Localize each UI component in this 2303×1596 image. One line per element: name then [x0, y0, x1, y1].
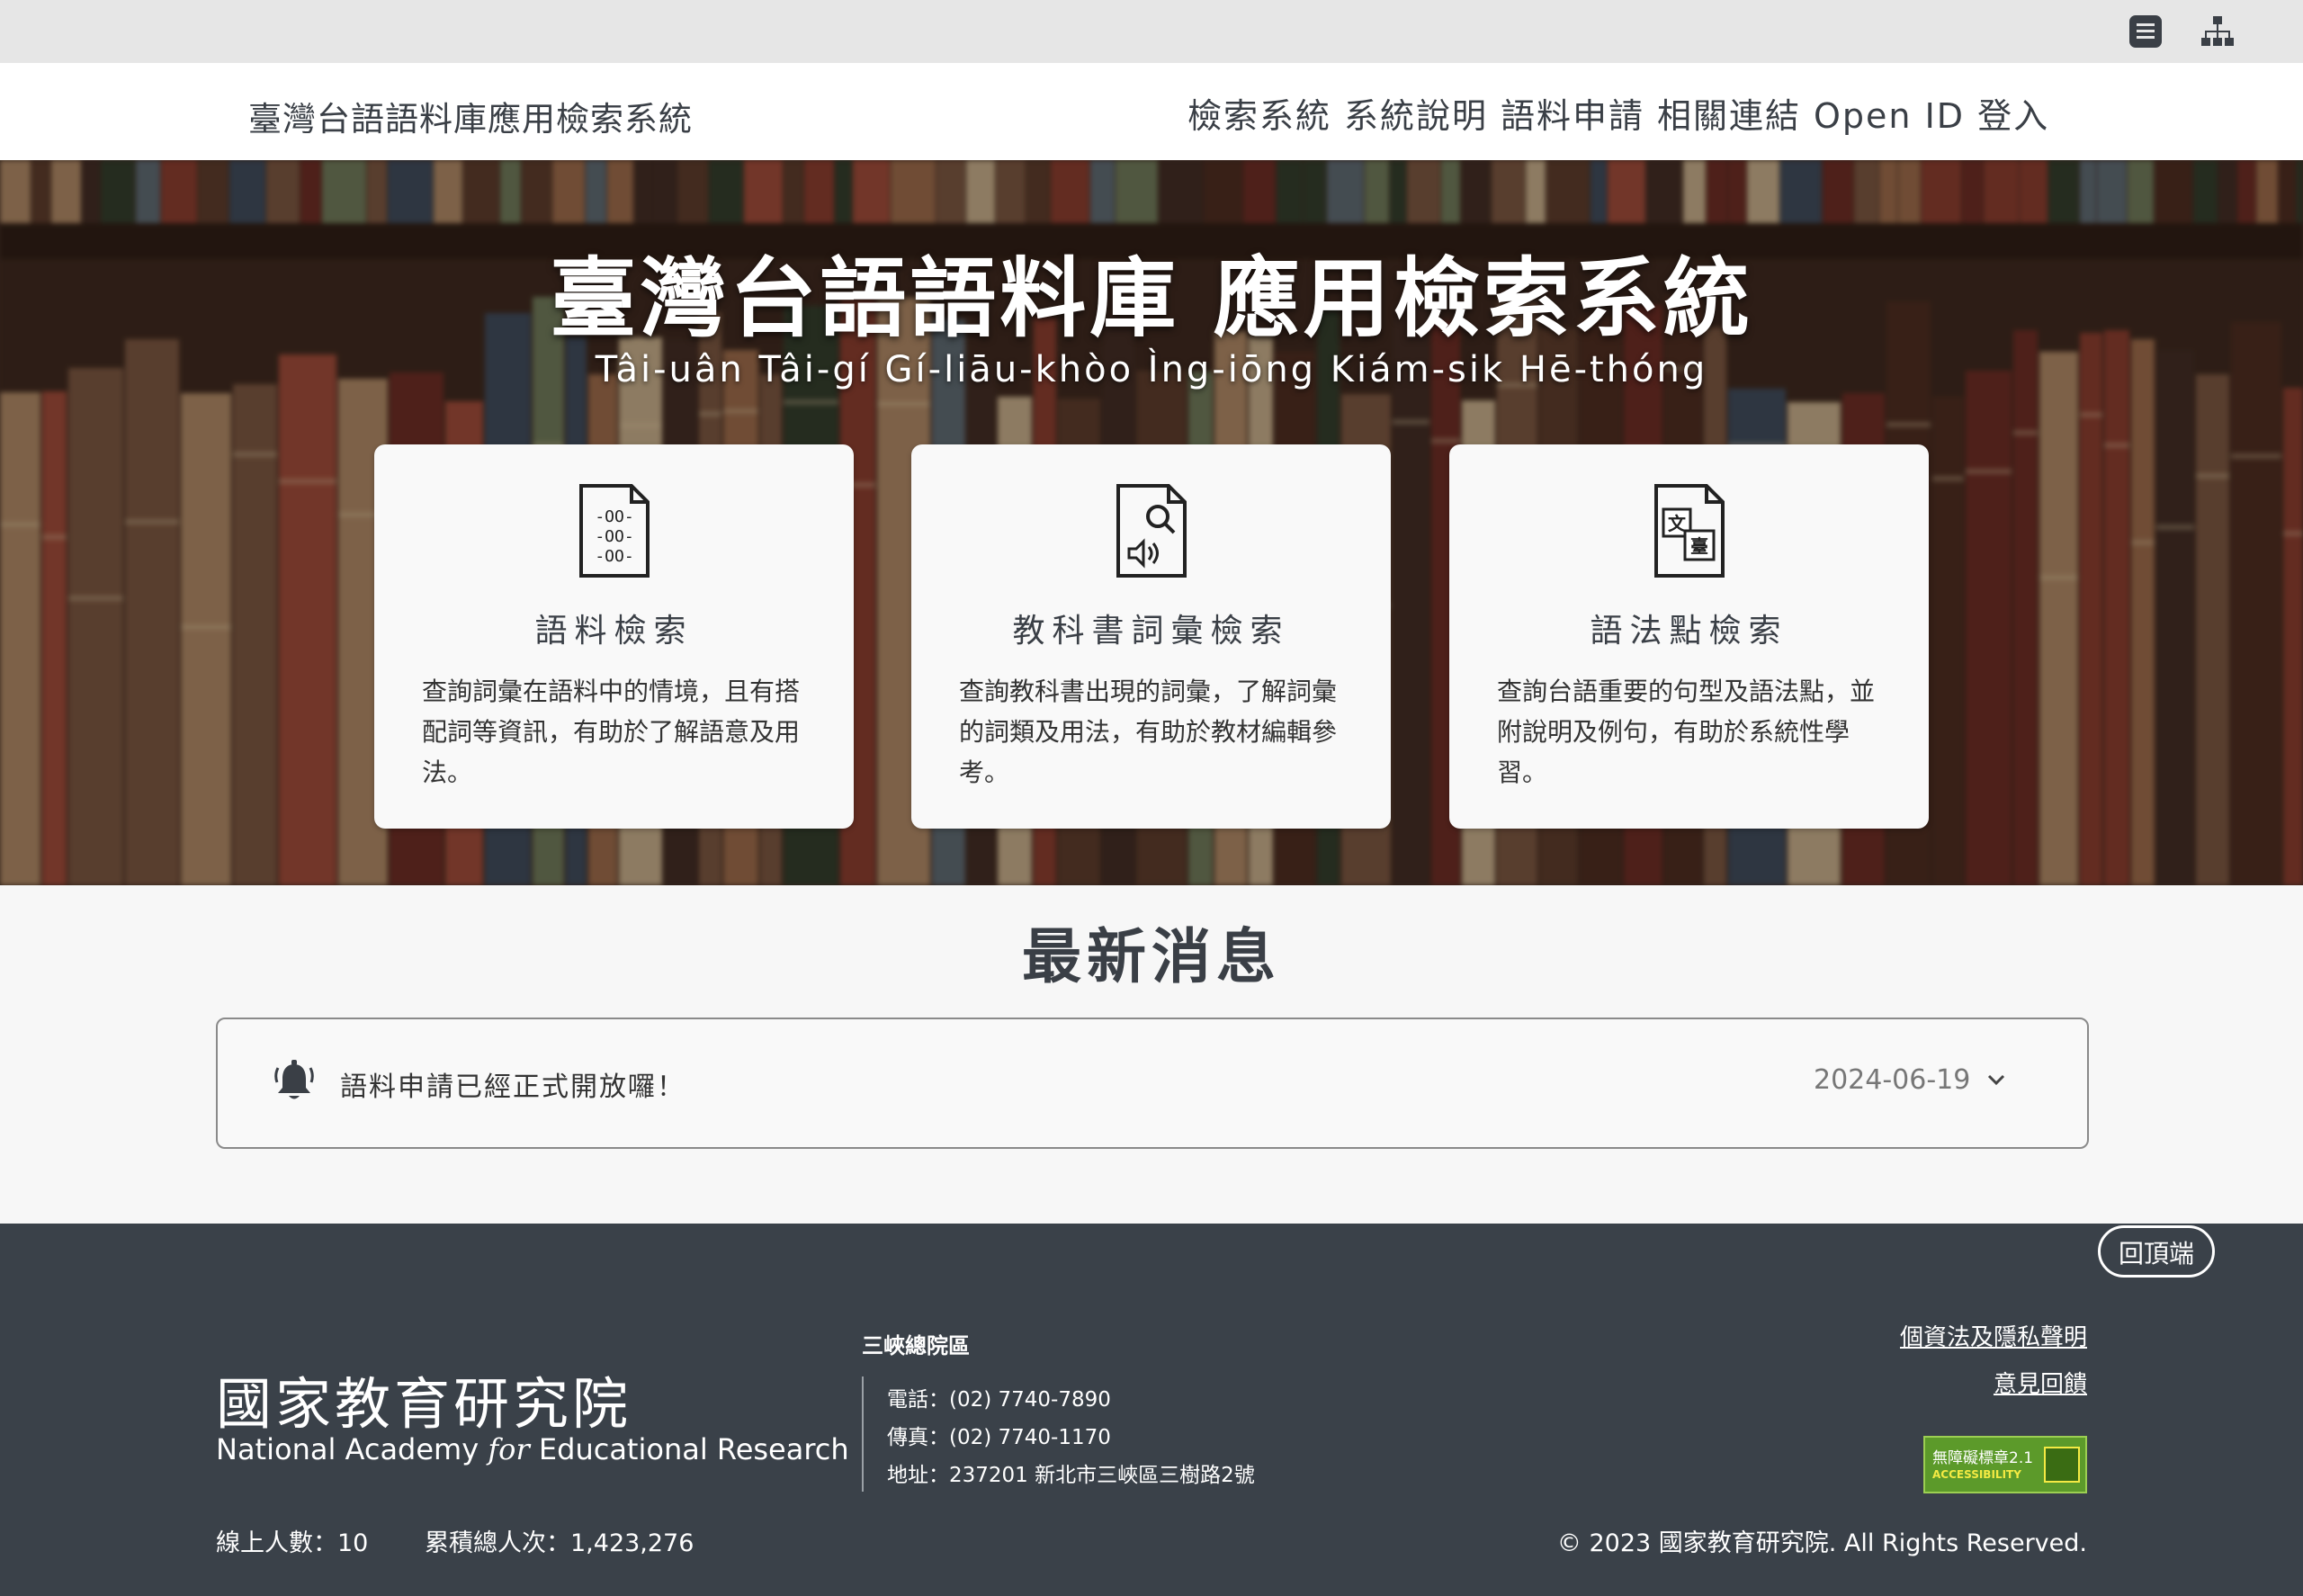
news-item-date: 2024-06-19	[1814, 1064, 1971, 1096]
bell-icon	[274, 1060, 314, 1099]
privacy-policy-link[interactable]: 個資法及隱私聲明	[1900, 1319, 2087, 1352]
hero-title: 臺灣台語語料庫 應用檢索系統	[550, 248, 1753, 349]
chevron-down-icon[interactable]	[1986, 1071, 2006, 1088]
news-item[interactable]: 語料申請已經正式開放囉！ 2024-06-19	[216, 1018, 2089, 1149]
copyright-text: © 2023 國家教育研究院. All Rights Reserved.	[1556, 1529, 2087, 1557]
card-grammar-search[interactable]: 文 臺 語法點檢索 查詢台語重要的句型及語法點，並附說明及例句，有助於系統性學習…	[1449, 444, 1929, 829]
news-heading: 最新消息	[1022, 922, 1281, 991]
svg-text:臺: 臺	[1690, 535, 1708, 557]
card-corpus-search[interactable]: -OO- -OO- -OO- 語料檢索 查詢詞彙在語料中的情境，且有搭配詞等資訊…	[374, 444, 854, 829]
utility-bar	[0, 0, 2303, 63]
hero-banner: 臺灣台語語料庫 應用檢索系統 Tâi-uân Tâi-gí Gí-liāu-kh…	[0, 160, 2303, 885]
card-description: 查詢教科書出現的詞彙，了解詞彙的詞類及用法，有助於教材編輯參考。	[959, 677, 1338, 787]
news-item-title: 語料申請已經正式開放囉！	[340, 1071, 686, 1103]
naer-logo-english: National Academy for Educational Researc…	[216, 1432, 849, 1466]
feedback-link[interactable]: 意見回饋	[1994, 1366, 2087, 1399]
nav-system-guide[interactable]: 系統說明	[1344, 88, 1488, 138]
naer-logo-chinese[interactable]: 國家教育研究院	[216, 1358, 632, 1439]
card-title: 語法點檢索	[1590, 613, 1788, 650]
accessibility-badge[interactable]: 無障礙標章2.1 ACCESSIBILITY	[1923, 1436, 2087, 1493]
svg-text:-OO-: -OO-	[595, 507, 633, 526]
search-audio-document-icon	[1116, 484, 1187, 578]
campus-name: 三峽總院區	[862, 1333, 970, 1358]
top-navbar: 臺灣台語語料庫應用檢索系統 檢索系統 系統說明 語料申請 相關連結 Open I…	[0, 63, 2303, 160]
contact-address: 地址：237201 新北市三峽區三樹路2號	[887, 1464, 1255, 1487]
contact-fax: 傳真：(02) 7740-1170	[887, 1426, 1111, 1449]
corpus-document-icon: -OO- -OO- -OO-	[579, 484, 650, 578]
divider	[862, 1376, 864, 1492]
menu-list-icon[interactable]	[2128, 14, 2163, 49]
card-title: 教科書詞彙檢索	[1012, 613, 1290, 650]
nav-corpus-application[interactable]: 語料申請	[1501, 88, 1644, 138]
online-users-count: 線上人數：10	[216, 1529, 369, 1557]
hero-subtitle: Tâi-uân Tâi-gí Gí-liāu-khòo Ìng-iōng Kiá…	[595, 349, 1708, 390]
site-title[interactable]: 臺灣台語語料庫應用檢索系統	[248, 92, 693, 140]
nav-related-links[interactable]: 相關連結	[1657, 88, 1801, 138]
svg-text:-OO-: -OO-	[595, 527, 633, 546]
translate-document-icon: 文 臺	[1654, 484, 1725, 578]
total-visits-count: 累積總人次：1,423,276	[425, 1529, 694, 1557]
accessibility-grid-icon	[2044, 1447, 2080, 1483]
nav-openid-login[interactable]: Open ID 登入	[1814, 88, 2049, 138]
back-to-top-button[interactable]: 回頂端	[2098, 1225, 2215, 1278]
svg-text:-OO-: -OO-	[595, 547, 633, 566]
footer: 回頂端 國家教育研究院 National Academy for Educati…	[0, 1224, 2303, 1596]
card-description: 查詢詞彙在語料中的情境，且有搭配詞等資訊，有助於了解語意及用法。	[422, 677, 801, 787]
contact-phone: 電話：(02) 7740-7890	[887, 1388, 1111, 1412]
nav-search-system[interactable]: 檢索系統	[1187, 88, 1331, 138]
card-title: 語料檢索	[534, 613, 694, 650]
sitemap-icon[interactable]	[2200, 14, 2235, 49]
card-textbook-vocab-search[interactable]: 教科書詞彙檢索 查詢教科書出現的詞彙，了解詞彙的詞類及用法，有助於教材編輯參考。	[911, 444, 1391, 829]
card-description: 查詢台語重要的句型及語法點，並附說明及例句，有助於系統性學習。	[1497, 677, 1876, 787]
